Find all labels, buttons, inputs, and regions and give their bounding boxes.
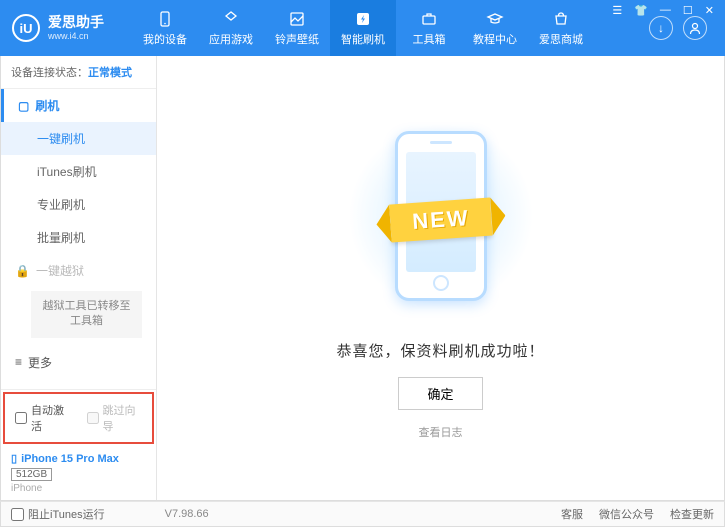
device-type: iPhone	[11, 483, 146, 494]
version-label: V7.98.66	[165, 508, 209, 520]
menu-pro-flash[interactable]: 专业刷机	[1, 188, 156, 221]
nav-smart-flash[interactable]: 智能刷机	[330, 0, 396, 56]
jailbreak-note: 越狱工具已转移至 工具箱	[31, 291, 142, 338]
checkbox-row: 自动激活 跳过向导	[3, 392, 154, 444]
menu-group-flash[interactable]: ▢ 刷机	[1, 89, 156, 122]
maximize-icon[interactable]: ☐	[680, 4, 696, 17]
footer-check-update[interactable]: 检查更新	[670, 506, 714, 522]
user-button[interactable]	[683, 16, 707, 40]
view-log-link[interactable]: 查看日志	[419, 424, 463, 440]
header-actions: ↓	[649, 16, 707, 40]
sidebar: 设备连接状态：正常模式 ▢ 刷机 一键刷机 iTunes刷机 专业刷机 批量刷机…	[1, 56, 157, 500]
minimize-icon[interactable]: —	[657, 4, 674, 17]
app-logo: iU 爱思助手 www.i4.cn	[12, 14, 132, 42]
lock-icon: 🔒	[15, 264, 30, 278]
apps-icon	[222, 10, 240, 28]
wallpaper-icon	[288, 10, 306, 28]
nav-toolbox[interactable]: 工具箱	[396, 0, 462, 56]
app-url: www.i4.cn	[48, 31, 104, 41]
storage-badge: 512GB	[11, 468, 52, 481]
nav-my-device[interactable]: 我的设备	[132, 0, 198, 56]
nav-ringtones[interactable]: 铃声壁纸	[264, 0, 330, 56]
skin-icon[interactable]: 👕	[631, 4, 651, 17]
device-name[interactable]: ▯ iPhone 15 Pro Max	[11, 452, 146, 465]
footer: 阻止iTunes运行 V7.98.66 客服 微信公众号 检查更新	[0, 501, 725, 527]
menu-batch-flash[interactable]: 批量刷机	[1, 221, 156, 254]
device-icon	[156, 10, 174, 28]
sidebar-bottom: 自动激活 跳过向导 ▯ iPhone 15 Pro Max 512GB iPho…	[1, 389, 156, 500]
menu-group-jailbreak[interactable]: 🔒 一键越狱	[1, 254, 156, 287]
menu-icon[interactable]: ☰	[609, 4, 625, 17]
nav-apps-games[interactable]: 应用游戏	[198, 0, 264, 56]
auto-activate-checkbox[interactable]: 自动激活	[15, 402, 71, 434]
menu-one-key-flash[interactable]: 一键刷机	[1, 122, 156, 155]
success-message: 恭喜您，保资料刷机成功啦！	[336, 340, 544, 361]
phone-icon: ▯	[11, 452, 17, 465]
window-controls: ☰ 👕 — ☐ ✕	[609, 4, 717, 17]
skip-setup-checkbox[interactable]: 跳过向导	[87, 402, 143, 434]
main-nav: 我的设备 应用游戏 铃声壁纸 智能刷机 工具箱 教程中心 爱思商城	[132, 0, 649, 56]
menu-group-more[interactable]: ≡ 更多	[1, 346, 156, 379]
sidebar-menu: ▢ 刷机 一键刷机 iTunes刷机 专业刷机 批量刷机 🔒 一键越狱 越狱工具…	[1, 89, 156, 389]
toolbox-icon	[420, 10, 438, 28]
footer-support[interactable]: 客服	[561, 506, 583, 522]
download-button[interactable]: ↓	[649, 16, 673, 40]
app-name: 爱思助手	[48, 15, 104, 30]
success-illustration: NEW	[351, 116, 531, 316]
graduation-icon	[486, 10, 504, 28]
flash-group-icon: ▢	[18, 99, 29, 113]
flash-icon	[354, 10, 372, 28]
nav-tutorials[interactable]: 教程中心	[462, 0, 528, 56]
footer-wechat[interactable]: 微信公众号	[599, 506, 654, 522]
more-icon: ≡	[15, 355, 22, 369]
new-ribbon: NEW	[389, 198, 493, 243]
connection-status: 设备连接状态：正常模式	[1, 56, 156, 89]
ok-button[interactable]: 确定	[398, 377, 482, 410]
close-icon[interactable]: ✕	[702, 4, 717, 17]
store-icon	[552, 10, 570, 28]
menu-other-tools[interactable]: 其他工具	[1, 379, 156, 389]
block-itunes-checkbox[interactable]: 阻止iTunes运行	[11, 506, 105, 522]
device-info: ▯ iPhone 15 Pro Max 512GB iPhone	[1, 446, 156, 500]
footer-links: 客服 微信公众号 检查更新	[561, 506, 714, 522]
status-mode: 正常模式	[88, 67, 132, 79]
main-content: NEW 恭喜您，保资料刷机成功啦！ 确定 查看日志	[157, 56, 724, 500]
logo-icon: iU	[12, 14, 40, 42]
nav-store[interactable]: 爱思商城	[528, 0, 594, 56]
menu-itunes-flash[interactable]: iTunes刷机	[1, 155, 156, 188]
